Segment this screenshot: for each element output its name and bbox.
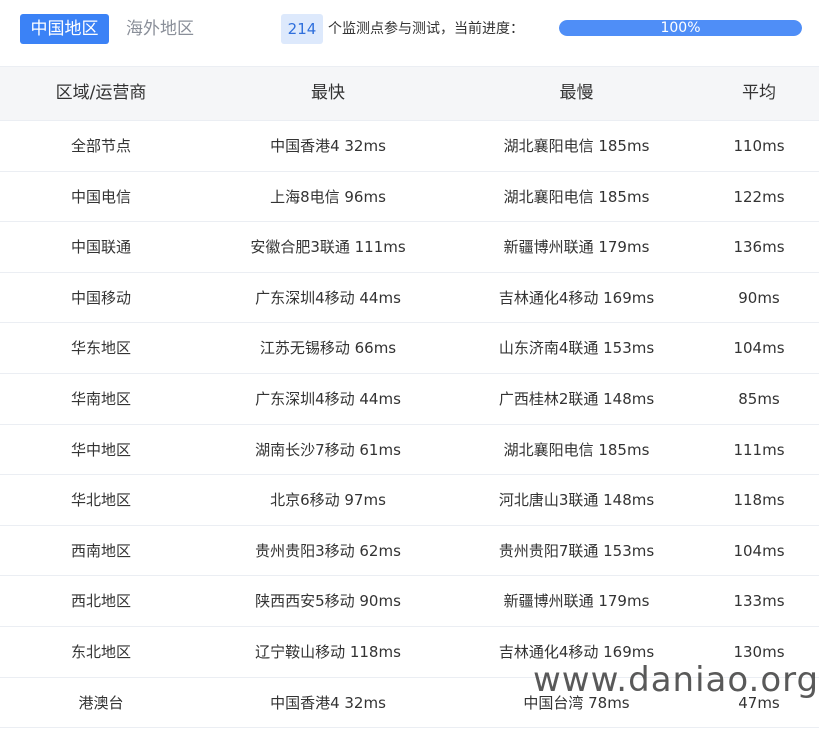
row-average-cell: 104ms xyxy=(733,541,785,560)
row-region-cell: 东北地区 xyxy=(70,642,131,661)
row-slowest-cell: 广西桂林2联通 148ms xyxy=(498,389,655,408)
tab-overseas-region[interactable]: 海外地区 xyxy=(126,14,194,44)
row-fastest-cell: 辽宁鞍山移动 118ms xyxy=(255,642,401,661)
row-slowest-cell: 湖北襄阳电信 185ms xyxy=(503,137,650,155)
row-average-cell: 104ms xyxy=(733,339,785,358)
row-region-cell: 中国联通 xyxy=(70,238,131,257)
results-table: 区域/运营商 最快 最慢 平均 全部节点 中国香港4 32ms 湖北襄阳电信 185… xyxy=(0,66,819,729)
table-row: 全部节点 中国香港4 32ms 湖北襄阳电信 185ms 110ms xyxy=(0,121,819,172)
row-fastest-cell: 北京6移动 97ms xyxy=(270,491,386,510)
row-fastest-cell: 湖南长沙7移动 61ms xyxy=(255,440,401,459)
row-slowest-cell: 河北唐山3联通 148ms xyxy=(498,491,655,510)
row-fastest-cell: 中国香港4 32ms xyxy=(270,137,386,155)
row-region-cell: 全部节点 xyxy=(70,137,131,155)
top-bar: 中国地区 海外地区 214 个监测点参与测试，当前进度： 100% xyxy=(0,0,819,60)
node-count-badge: 214 xyxy=(281,14,323,44)
row-average-cell: 85ms xyxy=(738,389,780,408)
table-row: 华北地区 北京6移动 97ms 河北唐山3联通 148ms 118ms xyxy=(0,475,819,526)
table-row: 华东地区 江苏无锡移动 66ms 山东济南4联通 153ms 104ms xyxy=(0,323,819,374)
header-slowest: 最慢 xyxy=(559,83,594,103)
table-row: 西南地区 贵州贵阳3移动 62ms 贵州贵阳7联通 153ms 104ms xyxy=(0,526,819,577)
row-region-cell: 中国电信 xyxy=(70,187,131,206)
header-average: 平均 xyxy=(742,83,776,103)
progress-description: 个监测点参与测试，当前进度： xyxy=(328,21,524,37)
row-average-cell: 122ms xyxy=(733,187,785,206)
table-row: 中国移动 广东深圳4移动 44ms 吉林通化4移动 169ms 90ms xyxy=(0,273,819,324)
row-region-cell: 华南地区 xyxy=(70,389,131,408)
row-fastest-cell: 江苏无锡移动 66ms xyxy=(259,339,397,358)
row-average-cell: 90ms xyxy=(738,288,780,307)
header-fastest: 最快 xyxy=(311,83,345,103)
progress-percent-label: 100% xyxy=(660,20,701,36)
row-fastest-cell: 广东深圳4移动 44ms xyxy=(255,288,401,307)
table-row: 西北地区 陕西西安5移动 90ms 新疆博州联通 179ms 133ms xyxy=(0,576,819,627)
row-fastest-cell: 安徽合肥3联通 111ms xyxy=(250,238,406,257)
row-slowest-cell: 湖北襄阳电信 185ms xyxy=(503,440,650,459)
table-header: 区域/运营商 最快 最慢 平均 xyxy=(0,66,819,121)
table-row: 华中地区 湖南长沙7移动 61ms 湖北襄阳电信 185ms 111ms xyxy=(0,425,819,476)
row-fastest-cell: 陕西西安5移动 90ms xyxy=(255,592,401,611)
table-row: 中国联通 安徽合肥3联通 111ms 新疆博州联通 179ms 136ms xyxy=(0,222,819,273)
row-region-cell: 港澳台 xyxy=(78,693,124,712)
table-row: 中国电信 上海8电信 96ms 湖北襄阳电信 185ms 122ms xyxy=(0,172,819,223)
tab-china-region[interactable]: 中国地区 xyxy=(20,14,109,44)
progress-bar: 100% xyxy=(559,20,802,36)
watermark-text: www.daniao.org xyxy=(533,660,819,700)
table-body: 全部节点 中国香港4 32ms 湖北襄阳电信 185ms 110ms 中国电信 上海8电信… xyxy=(0,121,819,729)
header-region-isp: 区域/运营商 xyxy=(55,83,147,103)
row-fastest-cell: 中国香港4 32ms xyxy=(270,693,386,712)
row-region-cell: 华中地区 xyxy=(70,440,131,459)
row-slowest-cell: 新疆博州联通 179ms xyxy=(503,238,650,257)
row-average-cell: 136ms xyxy=(733,238,785,257)
row-average-cell: 118ms xyxy=(733,491,785,510)
row-region-cell: 西北地区 xyxy=(70,592,131,611)
row-region-cell: 西南地区 xyxy=(70,541,131,560)
row-fastest-cell: 贵州贵阳3移动 62ms xyxy=(255,541,401,560)
row-region-cell: 华东地区 xyxy=(70,339,131,358)
row-fastest-cell: 上海8电信 96ms xyxy=(270,187,386,206)
row-slowest-cell: 贵州贵阳7联通 153ms xyxy=(498,541,655,560)
row-region-cell: 华北地区 xyxy=(70,491,131,510)
row-average-cell: 111ms xyxy=(733,440,785,459)
row-fastest-cell: 广东深圳4移动 44ms xyxy=(255,389,401,408)
row-average-cell: 133ms xyxy=(733,592,785,611)
row-slowest-cell: 新疆博州联通 179ms xyxy=(503,592,650,611)
row-slowest-cell: 湖北襄阳电信 185ms xyxy=(503,187,650,206)
table-row: 华南地区 广东深圳4移动 44ms 广西桂林2联通 148ms 85ms xyxy=(0,374,819,425)
row-region-cell: 中国移动 xyxy=(70,288,131,307)
row-slowest-cell: 山东济南4联通 153ms xyxy=(498,339,655,358)
row-average-cell: 110ms xyxy=(733,137,785,155)
row-slowest-cell: 吉林通化4移动 169ms xyxy=(498,288,655,307)
